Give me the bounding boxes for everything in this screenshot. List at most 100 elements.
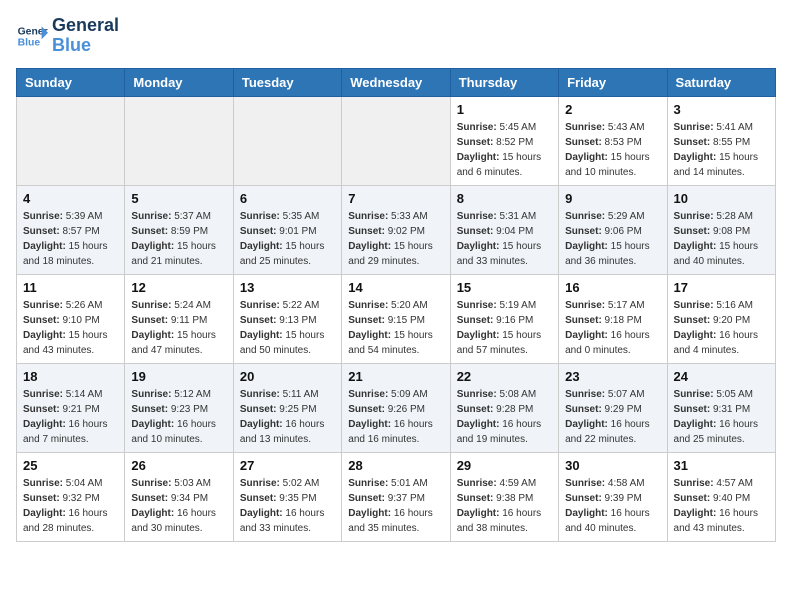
day-number: 21 (348, 369, 443, 384)
day-detail: Sunrise: 5:14 AMSunset: 9:21 PMDaylight:… (23, 387, 118, 447)
calendar-cell: 14 Sunrise: 5:20 AMSunset: 9:15 PMDayligh… (342, 274, 450, 363)
calendar-cell: 2Sunrise: 5:43 AMSunset: 8:53 PMDaylight… (559, 96, 667, 185)
logo-icon: General Blue (16, 20, 48, 52)
day-detail: Sunrise: 5:16 AMSunset: 9:20 PMDaylight:… (674, 298, 769, 358)
day-detail: Sunrise: 5:31 AMSunset: 9:04 PMDaylight:… (457, 209, 552, 269)
day-detail: Sunrise: 5:33 AMSunset: 9:02 PMDaylight:… (348, 209, 443, 269)
day-number: 14 (348, 280, 443, 295)
day-detail: Sunrise: 4:58 AMSunset: 9:39 PMDaylight:… (565, 476, 660, 536)
calendar-cell: 6 Sunrise: 5:35 AMSunset: 9:01 PMDaylight… (233, 185, 341, 274)
calendar-cell: 22 Sunrise: 5:08 AMSunset: 9:28 PMDayligh… (450, 363, 558, 452)
calendar-cell (342, 96, 450, 185)
day-detail: Sunrise: 5:20 AMSunset: 9:15 PMDaylight:… (348, 298, 443, 358)
weekday-header-friday: Friday (559, 68, 667, 96)
day-detail: Sunrise: 5:19 AMSunset: 9:16 PMDaylight:… (457, 298, 552, 358)
weekday-header-thursday: Thursday (450, 68, 558, 96)
calendar-cell (233, 96, 341, 185)
calendar-cell: 25 Sunrise: 5:04 AMSunset: 9:32 PMDayligh… (17, 452, 125, 541)
calendar-cell (125, 96, 233, 185)
day-number: 25 (23, 458, 118, 473)
calendar-week-row: 25 Sunrise: 5:04 AMSunset: 9:32 PMDayligh… (17, 452, 776, 541)
day-number: 30 (565, 458, 660, 473)
day-detail: Sunrise: 5:04 AMSunset: 9:32 PMDaylight:… (23, 476, 118, 536)
day-number: 7 (348, 191, 443, 206)
calendar-cell: 3Sunrise: 5:41 AMSunset: 8:55 PMDaylight… (667, 96, 775, 185)
calendar-cell: 21 Sunrise: 5:09 AMSunset: 9:26 PMDayligh… (342, 363, 450, 452)
day-detail: Sunrise: 5:17 AMSunset: 9:18 PMDaylight:… (565, 298, 660, 358)
day-detail: Sunrise: 5:35 AMSunset: 9:01 PMDaylight:… (240, 209, 335, 269)
day-number: 22 (457, 369, 552, 384)
day-number: 10 (674, 191, 769, 206)
day-detail: Sunrise: 4:59 AMSunset: 9:38 PMDaylight:… (457, 476, 552, 536)
day-number: 17 (674, 280, 769, 295)
day-number: 29 (457, 458, 552, 473)
weekday-header-monday: Monday (125, 68, 233, 96)
calendar-cell: 24Sunrise: 5:05 AMSunset: 9:31 PMDayligh… (667, 363, 775, 452)
calendar-cell: 26 Sunrise: 5:03 AMSunset: 9:34 PMDayligh… (125, 452, 233, 541)
calendar-table: SundayMondayTuesdayWednesdayThursdayFrid… (16, 68, 776, 542)
day-number: 12 (131, 280, 226, 295)
calendar-cell: 13 Sunrise: 5:22 AMSunset: 9:13 PMDayligh… (233, 274, 341, 363)
day-detail: Sunrise: 5:07 AMSunset: 9:29 PMDaylight:… (565, 387, 660, 447)
calendar-cell: 29 Sunrise: 4:59 AMSunset: 9:38 PMDayligh… (450, 452, 558, 541)
day-detail: Sunrise: 5:22 AMSunset: 9:13 PMDaylight:… (240, 298, 335, 358)
day-number: 8 (457, 191, 552, 206)
calendar-week-row: 11Sunrise: 5:26 AMSunset: 9:10 PMDayligh… (17, 274, 776, 363)
calendar-cell: 12 Sunrise: 5:24 AMSunset: 9:11 PMDayligh… (125, 274, 233, 363)
calendar-week-row: 4 Sunrise: 5:39 AMSunset: 8:57 PMDaylight… (17, 185, 776, 274)
day-number: 31 (674, 458, 769, 473)
day-detail: Sunrise: 5:08 AMSunset: 9:28 PMDaylight:… (457, 387, 552, 447)
day-number: 28 (348, 458, 443, 473)
day-number: 23 (565, 369, 660, 384)
day-number: 4 (23, 191, 118, 206)
calendar-cell: 30 Sunrise: 4:58 AMSunset: 9:39 PMDayligh… (559, 452, 667, 541)
calendar-cell: 4 Sunrise: 5:39 AMSunset: 8:57 PMDaylight… (17, 185, 125, 274)
day-detail: Sunrise: 5:37 AMSunset: 8:59 PMDaylight:… (131, 209, 226, 269)
calendar-week-row: 1 Sunrise: 5:45 AMSunset: 8:52 PMDaylight… (17, 96, 776, 185)
weekday-header-row: SundayMondayTuesdayWednesdayThursdayFrid… (17, 68, 776, 96)
day-detail: Sunrise: 5:01 AMSunset: 9:37 PMDaylight:… (348, 476, 443, 536)
calendar-cell: 15Sunrise: 5:19 AMSunset: 9:16 PMDayligh… (450, 274, 558, 363)
day-detail: Sunrise: 5:12 AMSunset: 9:23 PMDaylight:… (131, 387, 226, 447)
weekday-header-saturday: Saturday (667, 68, 775, 96)
calendar-cell: 28 Sunrise: 5:01 AMSunset: 9:37 PMDayligh… (342, 452, 450, 541)
page-header: General Blue GeneralBlue (16, 16, 776, 56)
day-detail: Sunrise: 5:28 AMSunset: 9:08 PMDaylight:… (674, 209, 769, 269)
day-detail: Sunrise: 5:39 AMSunset: 8:57 PMDaylight:… (23, 209, 118, 269)
day-detail: Sunrise: 5:24 AMSunset: 9:11 PMDaylight:… (131, 298, 226, 358)
day-detail: Sunrise: 4:57 AMSunset: 9:40 PMDaylight:… (674, 476, 769, 536)
weekday-header-tuesday: Tuesday (233, 68, 341, 96)
logo-text: GeneralBlue (52, 16, 119, 56)
calendar-cell: 8 Sunrise: 5:31 AMSunset: 9:04 PMDaylight… (450, 185, 558, 274)
day-number: 16 (565, 280, 660, 295)
weekday-header-sunday: Sunday (17, 68, 125, 96)
day-detail: Sunrise: 5:29 AMSunset: 9:06 PMDaylight:… (565, 209, 660, 269)
day-detail: Sunrise: 5:45 AMSunset: 8:52 PMDaylight:… (457, 120, 552, 180)
day-number: 27 (240, 458, 335, 473)
calendar-cell: 9 Sunrise: 5:29 AMSunset: 9:06 PMDaylight… (559, 185, 667, 274)
day-number: 6 (240, 191, 335, 206)
weekday-header-wednesday: Wednesday (342, 68, 450, 96)
calendar-cell: 23 Sunrise: 5:07 AMSunset: 9:29 PMDayligh… (559, 363, 667, 452)
day-detail: Sunrise: 5:03 AMSunset: 9:34 PMDaylight:… (131, 476, 226, 536)
calendar-cell (17, 96, 125, 185)
calendar-cell: 7 Sunrise: 5:33 AMSunset: 9:02 PMDaylight… (342, 185, 450, 274)
calendar-cell: 18 Sunrise: 5:14 AMSunset: 9:21 PMDayligh… (17, 363, 125, 452)
day-detail: Sunrise: 5:11 AMSunset: 9:25 PMDaylight:… (240, 387, 335, 447)
day-detail: Sunrise: 5:09 AMSunset: 9:26 PMDaylight:… (348, 387, 443, 447)
day-number: 24 (674, 369, 769, 384)
day-number: 13 (240, 280, 335, 295)
calendar-cell: 17 Sunrise: 5:16 AMSunset: 9:20 PMDayligh… (667, 274, 775, 363)
day-number: 9 (565, 191, 660, 206)
day-detail: Sunrise: 5:26 AMSunset: 9:10 PMDaylight:… (23, 298, 118, 358)
day-number: 20 (240, 369, 335, 384)
calendar-cell: 27Sunrise: 5:02 AMSunset: 9:35 PMDayligh… (233, 452, 341, 541)
day-number: 18 (23, 369, 118, 384)
day-number: 2 (565, 102, 660, 117)
day-number: 1 (457, 102, 552, 117)
day-detail: Sunrise: 5:41 AMSunset: 8:55 PMDaylight:… (674, 120, 769, 180)
calendar-cell: 16 Sunrise: 5:17 AMSunset: 9:18 PMDayligh… (559, 274, 667, 363)
day-number: 5 (131, 191, 226, 206)
logo: General Blue GeneralBlue (16, 16, 119, 56)
day-number: 26 (131, 458, 226, 473)
